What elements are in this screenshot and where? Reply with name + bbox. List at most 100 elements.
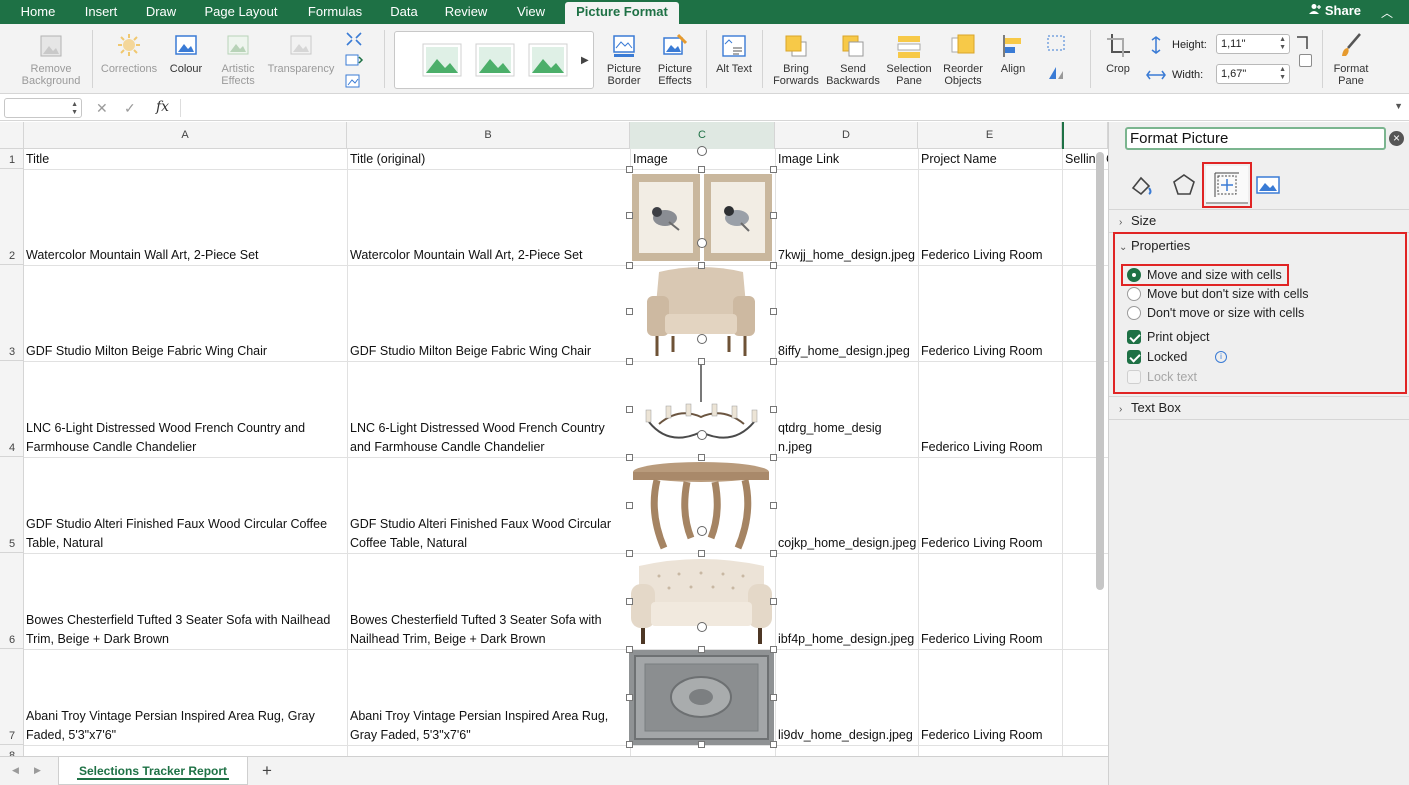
info-icon[interactable]: i — [1215, 351, 1227, 363]
resize-handle[interactable] — [626, 212, 633, 219]
resize-handle[interactable] — [770, 308, 777, 315]
add-sheet-button[interactable]: + — [262, 761, 272, 781]
cell-title[interactable]: Watercolor Mountain Wall Art, 2-Piece Se… — [26, 246, 344, 265]
resize-handle[interactable] — [626, 262, 633, 269]
column-header[interactable]: C — [630, 122, 775, 149]
tab-page-layout[interactable]: Page Layout — [194, 0, 288, 24]
resize-handle[interactable] — [626, 550, 633, 557]
header-cell-image-link[interactable]: Image Link — [778, 150, 839, 169]
resize-handle[interactable] — [770, 454, 777, 461]
resize-handle[interactable] — [770, 358, 777, 365]
rotate-handle-icon[interactable] — [697, 334, 707, 344]
vertical-scrollbar[interactable] — [1094, 152, 1104, 712]
resize-handle[interactable] — [770, 598, 777, 605]
rotate-handle-icon[interactable] — [697, 526, 707, 536]
resize-handle[interactable] — [698, 646, 705, 653]
collapse-ribbon-icon[interactable]: ︿ — [1381, 4, 1393, 21]
section-text-box[interactable]: › Text Box — [1119, 400, 1181, 415]
row-header[interactable]: 1 — [0, 149, 24, 169]
transparency-button[interactable]: Transparency — [266, 32, 336, 75]
row-header[interactable]: 8 — [0, 745, 24, 756]
cell-project-name[interactable]: Federico Living Room — [921, 438, 1043, 457]
rotate-handle-icon[interactable] — [697, 622, 707, 632]
picture-style-thumbnail-icon[interactable] — [528, 43, 568, 77]
tab-formulas[interactable]: Formulas — [296, 0, 374, 24]
corrections-button[interactable]: Corrections — [98, 32, 160, 75]
select-all-corner[interactable] — [0, 122, 24, 149]
align-button[interactable]: Align — [996, 32, 1030, 75]
resize-handle[interactable] — [770, 694, 777, 701]
resize-handle[interactable] — [770, 212, 777, 219]
resize-handle[interactable] — [626, 358, 633, 365]
cell-image-link[interactable]: li9dv_home_design.jpeg — [778, 726, 918, 745]
tab-picture-format[interactable]: Picture Format — [565, 2, 679, 24]
cell-project-name[interactable]: Federico Living Room — [921, 342, 1043, 361]
rotate-handle-icon[interactable] — [697, 146, 707, 156]
resize-handle[interactable] — [626, 454, 633, 461]
width-input[interactable]: 1,67" ▲ ▼ — [1216, 64, 1290, 84]
lock-aspect-ratio-checkbox[interactable] — [1299, 54, 1312, 67]
picture-sofa[interactable] — [629, 554, 774, 649]
fill-line-tab-icon[interactable] — [1127, 170, 1157, 200]
reorder-objects-button[interactable]: Reorder Objects — [938, 32, 988, 87]
picture-wall-art[interactable] — [629, 170, 774, 265]
tab-data[interactable]: Data — [382, 0, 426, 24]
picture-styles-gallery[interactable]: ▶ — [394, 31, 594, 89]
insert-function-icon[interactable]: fx — [156, 99, 169, 115]
picture-tab-icon[interactable] — [1253, 170, 1283, 200]
next-sheet-icon[interactable]: ▶ — [34, 765, 41, 776]
width-stepper-icon[interactable]: ▲ ▼ — [1279, 66, 1286, 82]
cell-title[interactable]: GDF Studio Milton Beige Fabric Wing Chai… — [26, 342, 344, 361]
selection-pane-button[interactable]: Selection Pane — [884, 32, 934, 87]
column-header[interactable]: A — [24, 122, 347, 149]
row-header[interactable]: 6 — [0, 553, 24, 649]
column-header[interactable]: D — [775, 122, 918, 149]
tab-insert[interactable]: Insert — [74, 0, 128, 24]
resize-handle[interactable] — [698, 741, 705, 748]
picture-chandelier[interactable] — [629, 362, 774, 457]
colour-button[interactable]: Colour — [166, 32, 206, 75]
resize-handle[interactable] — [698, 166, 705, 173]
picture-area-rug[interactable] — [629, 650, 774, 745]
row-header[interactable]: 5 — [0, 457, 24, 553]
enter-icon[interactable]: ✓ — [124, 100, 136, 117]
crop-button[interactable]: Crop — [1098, 32, 1138, 75]
previous-sheet-icon[interactable]: ◀ — [12, 765, 19, 776]
format-pane-button[interactable]: Format Pane — [1330, 32, 1372, 87]
resize-handle[interactable] — [626, 308, 633, 315]
expand-formula-bar-icon[interactable]: ▼ — [1394, 101, 1403, 111]
resize-handle[interactable] — [626, 646, 633, 653]
column-header[interactable] — [1062, 122, 1108, 149]
tab-view[interactable]: View — [506, 0, 556, 24]
alt-text-button[interactable]: Alt Text — [714, 32, 754, 75]
column-header[interactable]: B — [347, 122, 630, 149]
height-input[interactable]: 1,11" ▲ ▼ — [1216, 34, 1290, 54]
cell-title-original[interactable]: Watercolor Mountain Wall Art, 2-Piece Se… — [350, 246, 628, 265]
resize-handle[interactable] — [626, 166, 633, 173]
resize-handle[interactable] — [770, 262, 777, 269]
header-cell-title-original[interactable]: Title (original) — [350, 150, 425, 169]
resize-handle[interactable] — [770, 502, 777, 509]
cancel-icon[interactable]: ✕ — [96, 100, 108, 117]
compress-pictures-icon[interactable] — [344, 30, 364, 48]
resize-handle[interactable] — [626, 694, 633, 701]
column-header[interactable]: E — [918, 122, 1062, 149]
tab-draw[interactable]: Draw — [136, 0, 186, 24]
change-picture-icon[interactable] — [344, 51, 364, 69]
cell-title[interactable]: Abani Troy Vintage Persian Inspired Area… — [26, 707, 326, 745]
resize-handle[interactable] — [698, 454, 705, 461]
picture-coffee-table[interactable] — [629, 458, 774, 553]
resize-handle[interactable] — [770, 166, 777, 173]
row-header[interactable]: 2 — [0, 169, 24, 265]
group-objects-icon[interactable] — [1046, 34, 1066, 52]
rotate-icon[interactable] — [1046, 64, 1066, 82]
effects-tab-icon[interactable] — [1169, 170, 1199, 200]
artistic-effects-button[interactable]: Artistic Effects — [212, 32, 264, 87]
gallery-more-icon[interactable]: ▶ — [581, 55, 589, 66]
resize-handle[interactable] — [626, 741, 633, 748]
header-cell-title[interactable]: Title — [26, 150, 49, 169]
reset-picture-icon[interactable] — [344, 72, 364, 90]
cell-project-name[interactable]: Federico Living Room — [921, 726, 1043, 745]
cell-title[interactable]: Bowes Chesterfield Tufted 3 Seater Sofa … — [26, 611, 338, 649]
resize-handle[interactable] — [698, 358, 705, 365]
